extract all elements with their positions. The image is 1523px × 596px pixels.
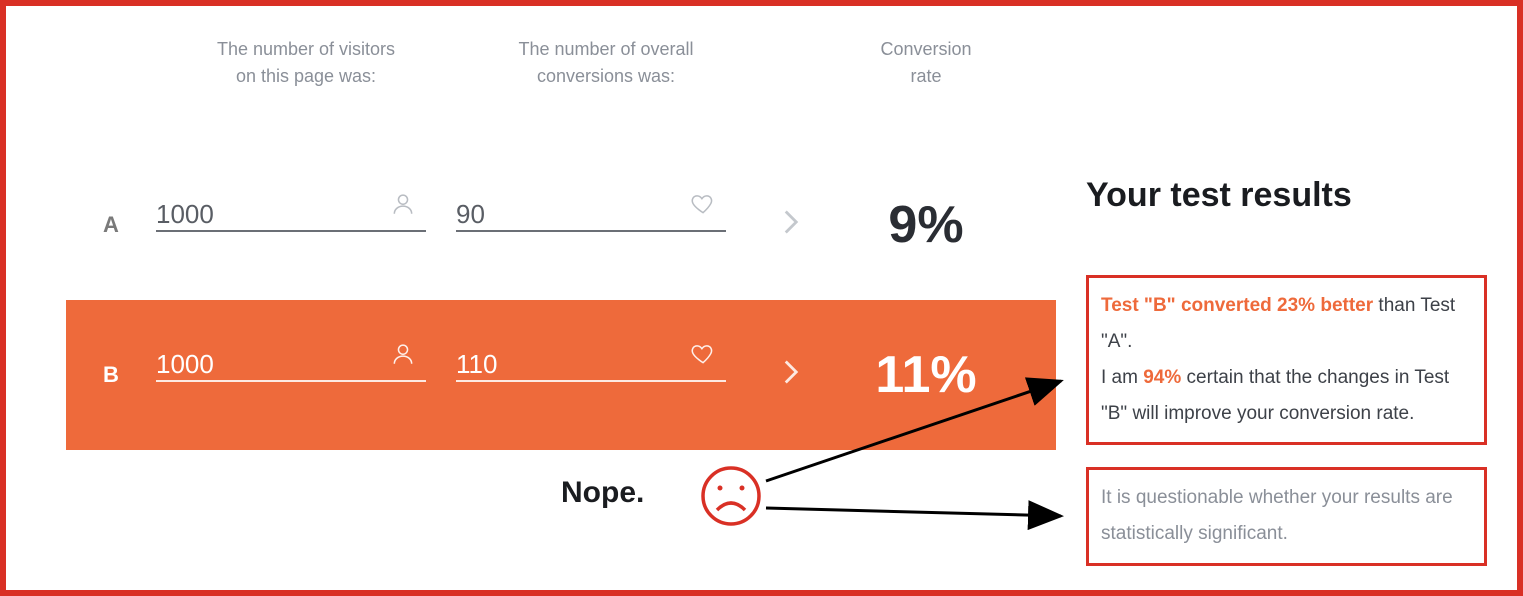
- header-conversions-line1: The number of overall: [456, 36, 756, 63]
- screenshot-frame: The number of visitors on this page was:…: [0, 0, 1523, 596]
- results-line1-highlight: Test "B" converted 23% better: [1101, 295, 1373, 316]
- results-callout-secondary: It is questionable whether your results …: [1086, 467, 1487, 565]
- chevron-right-icon: [756, 358, 826, 393]
- row-b: B 1000 110: [66, 300, 1056, 450]
- row-b-label: B: [66, 362, 156, 388]
- row-a-conversions-field[interactable]: 90: [456, 181, 756, 270]
- left-panel: The number of visitors on this page was:…: [6, 6, 1056, 590]
- results-title: Your test results: [1086, 176, 1487, 215]
- column-headers: The number of visitors on this page was:…: [66, 36, 1056, 90]
- row-a: A 1000 90: [66, 150, 1056, 300]
- results-callout-primary: Test "B" converted 23% better than Test …: [1086, 275, 1487, 445]
- content: The number of visitors on this page was:…: [6, 6, 1517, 590]
- heart-icon: [690, 191, 716, 222]
- header-visitors-line1: The number of visitors: [156, 36, 456, 63]
- results-line2-pre: I am: [1101, 367, 1143, 388]
- annotation-nope: Nope.: [561, 476, 644, 510]
- row-a-rate: 9%: [826, 195, 1026, 255]
- row-b-conversions-field[interactable]: 110: [456, 331, 756, 420]
- header-visitors-line2: on this page was:: [156, 63, 456, 90]
- row-b-visitors-field[interactable]: 1000: [156, 331, 456, 420]
- header-visitors: The number of visitors on this page was:: [156, 36, 456, 90]
- header-conversions-line2: conversions was:: [456, 63, 756, 90]
- results-line3: It is questionable whether your results …: [1101, 487, 1453, 544]
- row-b-rate: 11%: [826, 345, 1026, 405]
- chevron-right-icon: [756, 208, 826, 243]
- user-icon: [390, 191, 416, 222]
- header-rate-line2: rate: [826, 63, 1026, 90]
- row-a-label: A: [66, 212, 156, 238]
- user-icon: [390, 341, 416, 372]
- header-rate: Conversion rate: [826, 36, 1026, 90]
- results-line2-highlight: 94%: [1143, 367, 1181, 388]
- results-panel: Your test results Test "B" converted 23%…: [1056, 6, 1517, 590]
- heart-icon: [690, 341, 716, 372]
- header-conversions: The number of overall conversions was:: [456, 36, 756, 90]
- header-rate-line1: Conversion: [826, 36, 1026, 63]
- row-a-visitors-field[interactable]: 1000: [156, 181, 456, 270]
